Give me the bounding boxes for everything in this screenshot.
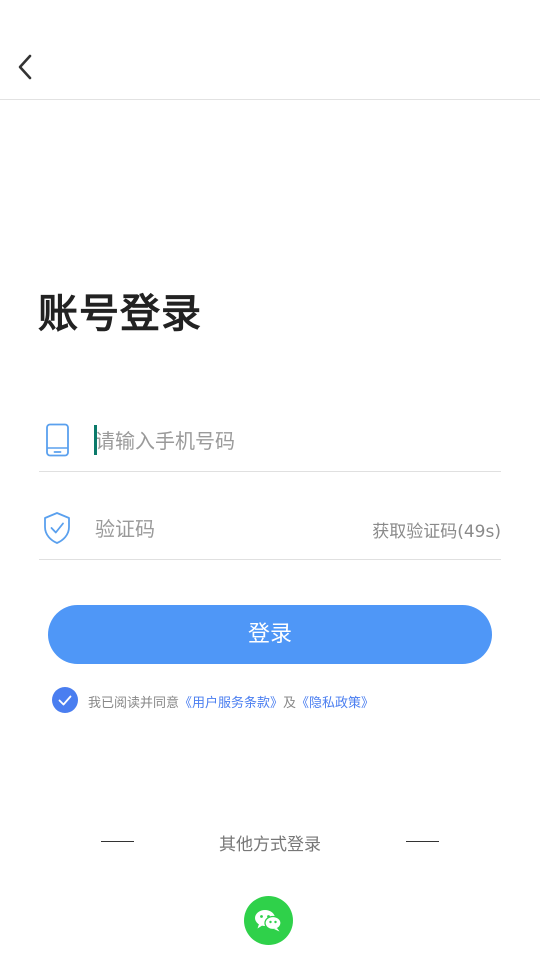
other-login-label: 其他方式登录 (219, 835, 321, 855)
wechat-login-button[interactable] (244, 896, 293, 945)
code-field: 获取验证码(49s) (39, 499, 501, 560)
login-button[interactable]: 登录 (48, 605, 492, 664)
chevron-left-icon (18, 54, 32, 80)
other-login-divider: 其他方式登录 (0, 830, 540, 855)
get-code-button[interactable]: 获取验证码(49s) (372, 517, 501, 542)
agreement-and: 及 (283, 696, 297, 711)
agreement-checkbox[interactable] (52, 687, 78, 713)
wechat-icon (255, 910, 282, 932)
agreement-prefix: 我已阅读并同意 (88, 696, 180, 711)
phone-field (39, 411, 501, 472)
back-button[interactable] (14, 52, 40, 82)
phone-input[interactable] (95, 425, 425, 457)
shield-check-icon (44, 512, 70, 544)
top-bar (0, 0, 540, 100)
agreement-text: 我已阅读并同意《用户服务条款》及《隐私政策》 (88, 692, 374, 711)
page-title: 账号登录 (38, 291, 202, 337)
divider-line-right (406, 841, 439, 842)
checkmark-icon (58, 695, 72, 706)
text-caret (94, 425, 97, 455)
phone-icon (46, 423, 69, 457)
terms-link[interactable]: 《用户服务条款》 (179, 696, 283, 711)
privacy-link[interactable]: 《隐私政策》 (296, 696, 374, 711)
